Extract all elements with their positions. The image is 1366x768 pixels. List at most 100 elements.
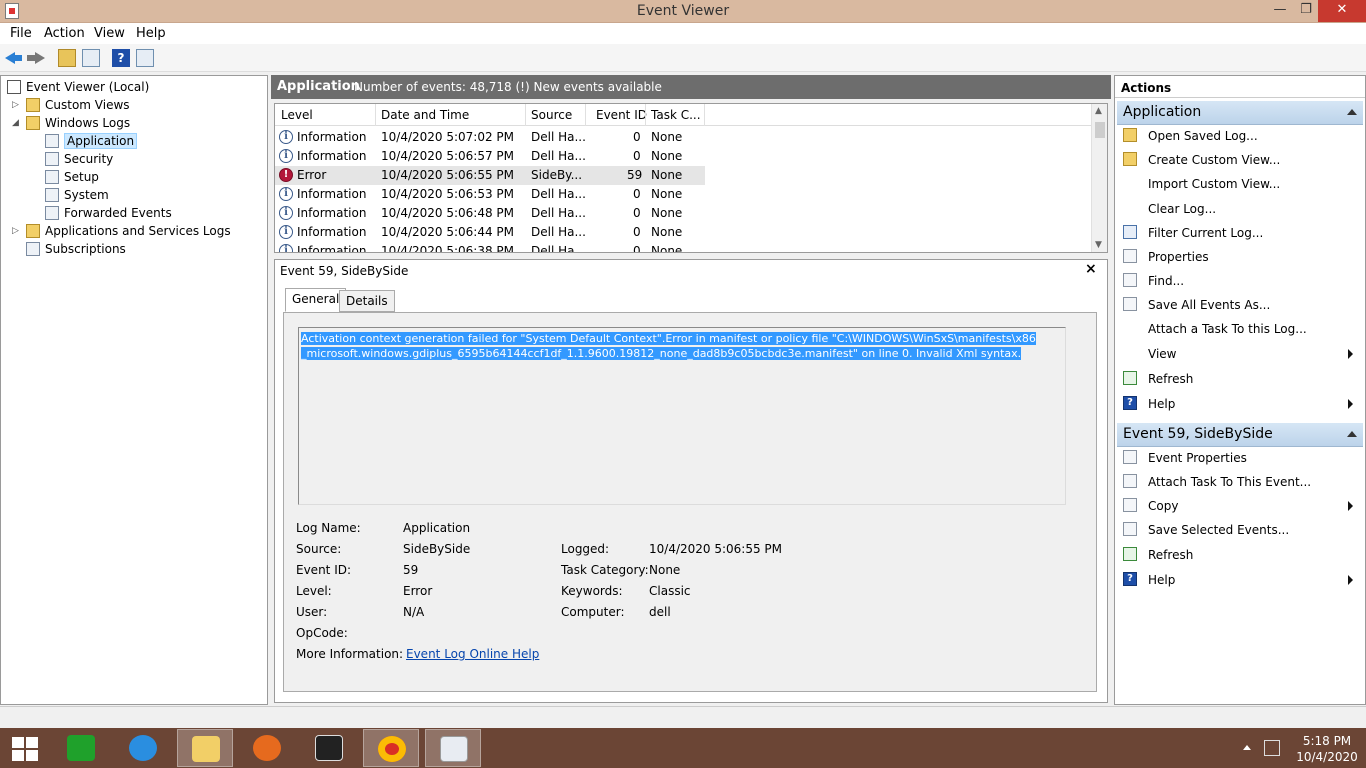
close-window-button[interactable]: ✕ [1318,0,1366,22]
collapse-icon[interactable] [1347,431,1357,437]
taskbar-store-icon[interactable] [53,729,109,767]
event-detail-title: Event 59, SideBySide [280,264,409,278]
column-header-source[interactable]: Source [531,108,572,122]
taskbar-clock[interactable]: 5:18 PM 10/4/2020 [1296,733,1358,765]
table-row[interactable]: i Information 10/4/2020 5:06:38 PM Dell … [275,242,705,252]
action-attach-task-to-log[interactable]: Attach a Task To this Log... [1117,318,1363,340]
folder-icon [26,115,40,130]
collapse-arrow-icon[interactable]: ◢ [12,114,19,132]
action-refresh[interactable]: Refresh [1117,368,1363,390]
action-create-custom-view[interactable]: Create Custom View... [1117,149,1363,171]
table-row[interactable]: i Information 10/4/2020 5:06:48 PM Dell … [275,204,705,223]
action-help-event[interactable]: ? Help [1117,569,1363,591]
label-task-category: Task Category: [561,563,649,577]
tree-item-security[interactable]: Security [45,150,113,168]
collapse-icon[interactable] [1347,109,1357,115]
menu-action[interactable]: Action [44,26,85,41]
action-save-selected-events[interactable]: Save Selected Events... [1117,519,1363,541]
table-row[interactable]: i Information 10/4/2020 5:06:57 PM Dell … [275,147,705,166]
action-open-saved-log[interactable]: Open Saved Log... [1117,125,1363,147]
start-button-icon[interactable] [12,737,38,761]
event-log-online-help-link[interactable]: Event Log Online Help [406,647,539,661]
table-row-selected[interactable]: ! Error 10/4/2020 5:06:55 PM SideBy... 5… [275,166,705,185]
information-icon: i [279,206,293,220]
actions-section-application[interactable]: Application [1117,101,1363,125]
scroll-down-icon[interactable]: ▼ [1095,240,1102,250]
column-header-event-id[interactable]: Event ID [596,108,647,122]
help-icon[interactable]: ? [112,49,130,67]
taskbar-event-viewer-icon[interactable] [425,729,481,767]
column-header-task-category[interactable]: Task C... [651,108,701,122]
refresh-icon [1123,371,1137,385]
action-properties[interactable]: Properties [1117,246,1363,268]
log-name-heading: Application [277,79,360,94]
column-header-date[interactable]: Date and Time [381,108,469,122]
filter-icon [1123,225,1137,239]
tree-item-application[interactable]: Application [45,132,138,150]
label-log-name: Log Name: [296,521,361,535]
actions-section-event[interactable]: Event 59, SideBySide [1117,423,1363,447]
network-icon[interactable] [1264,740,1280,756]
action-copy[interactable]: Copy [1117,495,1363,517]
table-row[interactable]: i Information 10/4/2020 5:07:02 PM Dell … [275,128,705,147]
tab-details[interactable]: Details [339,290,395,312]
tree-item-system[interactable]: System [45,186,109,204]
menu-file[interactable]: File [10,26,32,41]
taskbar-firefox-icon[interactable] [239,729,295,767]
menu-help[interactable]: Help [136,26,166,41]
open-folder-icon[interactable] [58,49,76,67]
information-icon: i [279,225,293,239]
tree-item-apps-services-logs[interactable]: ▷ Applications and Services Logs [12,222,231,240]
event-description-box[interactable]: Activation context generation failed for… [298,327,1066,505]
navigation-tree: Event Viewer (Local) ▷ Custom Views ◢ Wi… [0,75,268,705]
value-task-category: None [649,563,681,577]
scroll-thumb[interactable] [1095,122,1105,138]
window-title: Event Viewer [636,3,730,19]
tree-item-setup[interactable]: Setup [45,168,99,186]
center-panel: Application Number of events: 48,718 (!)… [271,75,1111,705]
tree-item-subscriptions[interactable]: Subscriptions [26,240,126,258]
show-hidden-icons-icon[interactable] [1243,745,1251,750]
action-help[interactable]: ? Help [1117,393,1363,415]
action-event-properties[interactable]: Event Properties [1117,447,1363,469]
taskbar-file-explorer-icon[interactable] [177,729,233,767]
menu-view[interactable]: View [94,26,125,41]
menu-bar: File Action View Help [0,23,1366,44]
expand-arrow-icon[interactable]: ▷ [12,96,19,114]
back-icon[interactable] [5,49,23,67]
tree-item-root[interactable]: Event Viewer (Local) [7,78,149,96]
table-row[interactable]: i Information 10/4/2020 5:06:44 PM Dell … [275,223,705,242]
column-header-level[interactable]: Level [281,108,313,122]
log-icon [45,205,59,220]
action-view[interactable]: View [1117,343,1363,365]
label-opcode: OpCode: [296,626,348,640]
value-event-id: 59 [403,563,419,577]
events-scrollbar[interactable]: ▲ ▼ [1091,104,1107,252]
action-import-custom-view[interactable]: Import Custom View... [1117,173,1363,195]
action-attach-task-to-event[interactable]: Attach Task To This Event... [1117,471,1363,493]
tree-item-forwarded-events[interactable]: Forwarded Events [45,204,172,222]
tab-general[interactable]: General [285,288,347,312]
task-icon [1123,474,1137,488]
forward-icon[interactable] [27,49,45,67]
table-row[interactable]: i Information 10/4/2020 5:06:53 PM Dell … [275,185,705,204]
action-save-all-events[interactable]: Save All Events As... [1117,294,1363,316]
action-clear-log[interactable]: Clear Log... [1117,198,1363,220]
show-hide-action-pane-icon[interactable] [136,49,154,67]
show-hide-tree-icon[interactable] [82,49,100,67]
expand-arrow-icon[interactable]: ▷ [12,222,19,240]
tree-item-windows-logs[interactable]: ◢ Windows Logs [12,114,130,132]
label-logged: Logged: [561,542,610,556]
scroll-up-icon[interactable]: ▲ [1095,106,1102,116]
subscriptions-icon [26,241,40,256]
close-icon[interactable]: × [1085,261,1097,277]
submenu-arrow-icon [1348,399,1353,409]
value-source: SideBySide [403,542,471,556]
taskbar-chrome-icon[interactable] [363,729,419,767]
action-filter-current-log[interactable]: Filter Current Log... [1117,222,1363,244]
taskbar-media-player-icon[interactable] [301,729,357,767]
taskbar-internet-explorer-icon[interactable] [115,729,171,767]
action-refresh-event[interactable]: Refresh [1117,544,1363,566]
tree-item-custom-views[interactable]: ▷ Custom Views [12,96,130,114]
action-find[interactable]: Find... [1117,270,1363,292]
